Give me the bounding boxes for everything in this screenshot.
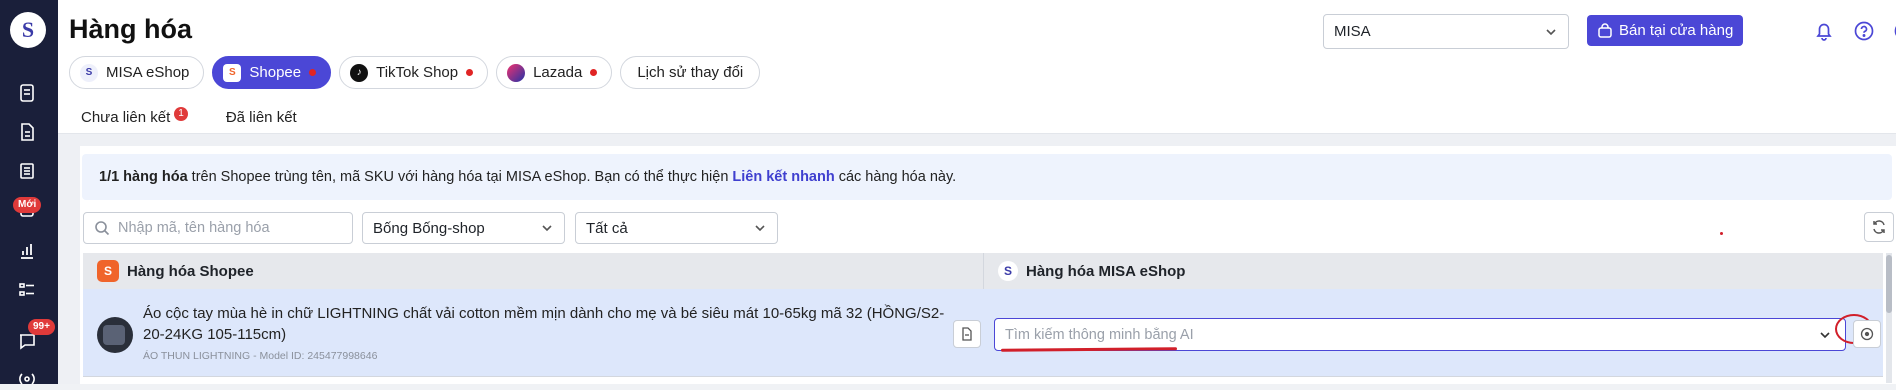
shop-select-value: Bống Bống-shop — [373, 220, 485, 237]
tab-tiktok-shop[interactable]: ♪ TikTok Shop — [339, 56, 488, 89]
tab-label: Lazada — [533, 64, 582, 81]
chat-count-badge: 99+ — [28, 319, 55, 335]
ai-search-field — [994, 318, 1846, 351]
tab-label: TikTok Shop — [376, 64, 458, 81]
new-badge: Mới — [13, 197, 41, 213]
pos-store-button[interactable]: Bán tại cửa hàng — [1587, 15, 1743, 46]
table-row: Áo cộc tay mùa hè in chữ LIGHTNING chất … — [83, 289, 1883, 377]
document-icon[interactable] — [16, 121, 38, 143]
col-header-label: Hàng hóa MISA eShop — [1026, 263, 1185, 280]
receipt-icon[interactable] — [16, 160, 38, 182]
unlinked-dot — [466, 69, 473, 76]
status-select-value: Tất cả — [586, 220, 628, 237]
product-name: Áo cộc tay mùa hè in chữ LIGHTNING chất … — [143, 303, 963, 345]
refresh-icon — [1871, 219, 1887, 235]
store-select[interactable]: MISA — [1323, 14, 1569, 49]
add-product-button[interactable] — [1853, 320, 1881, 348]
chevron-down-icon — [1544, 25, 1558, 39]
chevron-down-icon — [540, 221, 554, 235]
search-box — [83, 212, 353, 244]
misa-logo-icon: S — [80, 64, 98, 82]
page-title: Hàng hóa — [69, 14, 192, 45]
scrollbar-thumb[interactable] — [1886, 255, 1892, 313]
product-link-panel: 1/1 hàng hóa trên Shopee trùng tên, mã S… — [80, 146, 1896, 384]
add-circle-icon — [1860, 327, 1874, 341]
sidebar: S Mới 99+ — [0, 0, 58, 384]
broadcast-icon[interactable] — [16, 368, 38, 390]
task-list-icon[interactable] — [16, 279, 38, 301]
status-select[interactable]: Tất cả — [575, 212, 778, 244]
search-input[interactable] — [118, 220, 338, 236]
tab-label: MISA eShop — [106, 64, 189, 81]
product-thumbnail — [97, 317, 133, 353]
tab-change-history[interactable]: Lịch sử thay đổi — [620, 56, 760, 89]
unlinked-dot — [309, 69, 316, 76]
channel-tabs: S MISA eShop S Shopee ♪ TikTok Shop Laza… — [69, 56, 760, 89]
table-scrollbar[interactable] — [1886, 253, 1892, 383]
unlinked-count-badge: 1 — [174, 107, 188, 121]
view-detail-button[interactable] — [953, 320, 981, 348]
tab-label: Shopee — [249, 64, 301, 81]
pos-store-button-label: Bán tại cửa hàng — [1619, 22, 1733, 39]
shopee-logo-icon: S — [223, 64, 241, 82]
annotation-dot — [1720, 232, 1723, 235]
quick-link-action[interactable]: Liên kết nhanh — [732, 169, 834, 185]
tab-label: Chưa liên kết — [81, 109, 170, 126]
info-text: trên Shopee trùng tên, mã SKU với hàng h… — [192, 169, 729, 185]
report-chart-icon[interactable] — [16, 240, 38, 262]
col-header-shopee: S Hàng hóa Shopee — [83, 260, 254, 282]
document-icon — [960, 327, 974, 341]
bell-icon[interactable] — [1812, 19, 1836, 43]
product-meta: ÁO THUN LIGHTNING - Model ID: 2454779986… — [143, 350, 377, 362]
shop-select[interactable]: Bống Bống-shop — [362, 212, 565, 244]
app-logo[interactable]: S — [10, 12, 46, 48]
tiktok-logo-icon: ♪ — [350, 64, 368, 82]
app-logo-text: S — [22, 17, 34, 43]
search-icon — [94, 220, 110, 236]
unlinked-dot — [590, 69, 597, 76]
info-banner: 1/1 hàng hóa trên Shopee trùng tên, mã S… — [82, 154, 1892, 200]
tab-linked[interactable]: Đã liên kết — [214, 106, 299, 134]
table-header: S Hàng hóa Shopee S Hàng hóa MISA eShop — [83, 253, 1883, 289]
tab-lazada[interactable]: Lazada — [496, 56, 612, 89]
content-area: 1/1 hàng hóa trên Shopee trùng tên, mã S… — [58, 134, 1896, 384]
main-area: Hàng hóa MISA Bán tại cửa hàng S MISA eS… — [58, 0, 1896, 384]
chevron-down-icon — [1818, 328, 1832, 342]
store-bag-icon — [1597, 23, 1613, 39]
tab-label: Lịch sử thay đổi — [637, 64, 743, 81]
info-text-end: các hàng hóa này. — [839, 169, 956, 185]
col-header-label: Hàng hóa Shopee — [127, 263, 254, 280]
tab-label: Đã liên kết — [226, 109, 297, 126]
misa-logo-icon: S — [998, 261, 1018, 281]
tab-shopee[interactable]: S Shopee — [212, 56, 331, 89]
more-options-icon[interactable] — [1892, 19, 1896, 43]
col-header-misa: S Hàng hóa MISA eShop — [983, 253, 1185, 289]
refresh-button[interactable] — [1864, 212, 1894, 242]
annotation-underline — [1001, 347, 1177, 352]
help-icon[interactable] — [1852, 19, 1876, 43]
sub-tabs: Chưa liên kết 1 Đã liên kết — [69, 106, 299, 134]
info-count: 1/1 hàng hóa — [99, 169, 188, 185]
tab-misa-eshop[interactable]: S MISA eShop — [69, 56, 204, 89]
tab-unlinked[interactable]: Chưa liên kết 1 — [69, 106, 190, 134]
order-list-icon[interactable] — [16, 82, 38, 104]
lazada-logo-icon — [507, 64, 525, 82]
store-select-value: MISA — [1334, 23, 1371, 40]
chevron-down-icon — [753, 221, 767, 235]
shopee-bag-icon: S — [97, 260, 119, 282]
ai-search-input[interactable] — [1005, 327, 1785, 343]
